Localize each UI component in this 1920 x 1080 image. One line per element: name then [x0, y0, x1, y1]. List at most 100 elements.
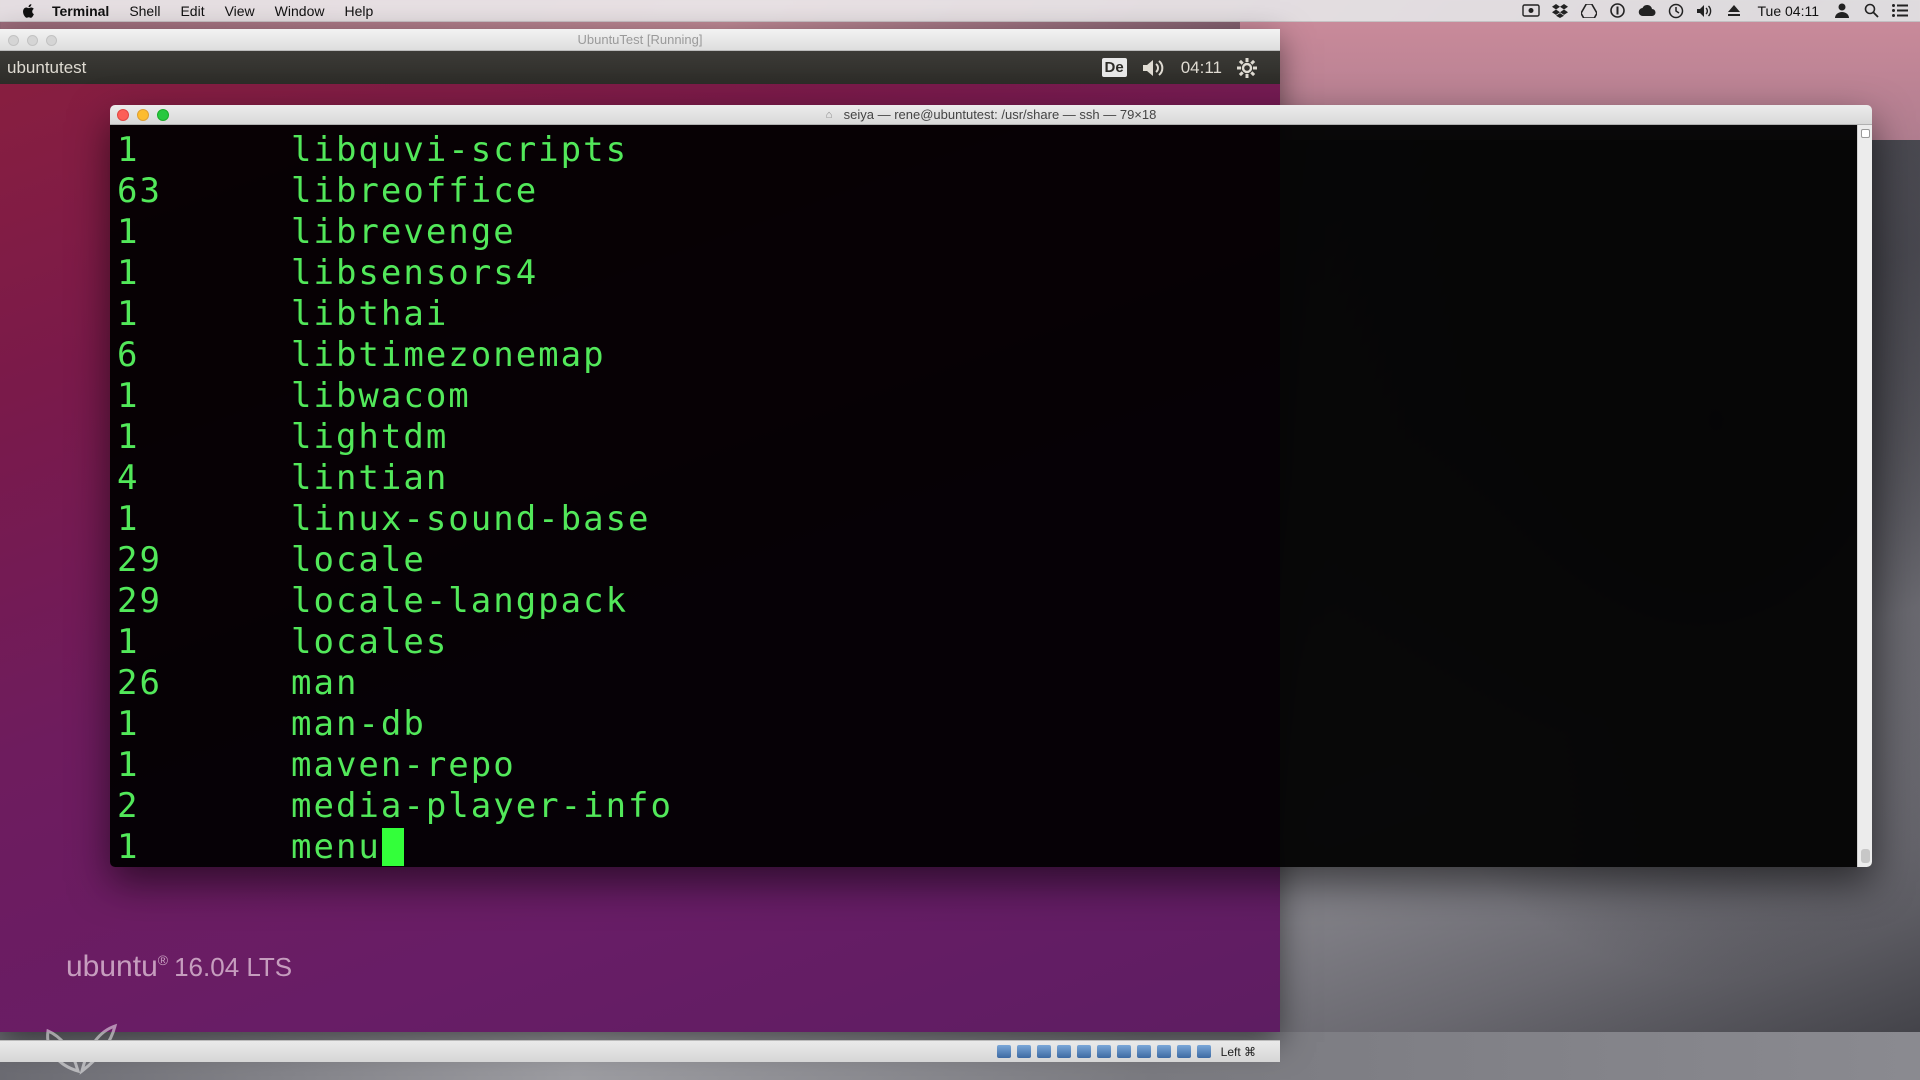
ubuntu-indicators: De 04:11 [1101, 57, 1272, 79]
terminal-line: 1 man-db [117, 703, 673, 744]
ubuntu-panel-title: ubuntutest [7, 57, 87, 77]
line-count: 4 [117, 457, 140, 498]
home-folder-icon: ⌂ [825, 109, 833, 121]
line-name: libsensors4 [291, 252, 539, 293]
notification-center-icon[interactable] [1891, 3, 1909, 19]
google-drive-icon[interactable] [1580, 3, 1598, 19]
user-icon[interactable] [1833, 3, 1851, 19]
line-name: libthai [291, 293, 449, 334]
display-icon[interactable] [1116, 1045, 1131, 1058]
hard-disk-icon[interactable] [996, 1045, 1011, 1058]
usb-icon[interactable] [1076, 1045, 1091, 1058]
vbox-zoom-button[interactable] [46, 35, 57, 46]
volume-icon[interactable] [1696, 3, 1714, 19]
network-icon[interactable] [1056, 1045, 1071, 1058]
onepassword-icon[interactable] [1609, 3, 1627, 19]
audio-icon[interactable] [1036, 1045, 1051, 1058]
line-name: maven-repo [291, 744, 516, 785]
sound-icon[interactable] [1141, 58, 1167, 78]
vbox-close-button[interactable] [8, 35, 19, 46]
ubuntu-logo-name: ubuntu [66, 950, 158, 983]
terminal-output: 1 libquvi-scripts 63 libreoffice 1 libreven… [117, 129, 673, 867]
terminal-line: 1 libthai [117, 293, 673, 334]
line-name: locales [291, 621, 449, 662]
terminal-window: ⌂ seiya — rene@ubuntutest: /usr/share — … [110, 105, 1872, 867]
mac-menubar: Terminal Shell Edit View Window Help Tue… [0, 0, 1920, 22]
terminal-window-controls [117, 109, 177, 121]
menu-app-terminal[interactable]: Terminal [52, 3, 109, 19]
virtualbox-titlebar[interactable]: UbuntuTest [Running] [0, 29, 1280, 51]
virtualbox-window-controls [8, 35, 65, 46]
line-name: linux-sound-base [291, 498, 651, 539]
terminal-zoom-button[interactable] [157, 109, 169, 121]
terminal-minimize-button[interactable] [137, 109, 149, 121]
shared-folders-icon[interactable] [1096, 1045, 1111, 1058]
terminal-line: 1 menu [117, 826, 673, 867]
line-count: 6 [117, 334, 140, 375]
line-name: librevenge [291, 211, 516, 252]
terminal-line: 4 lintian [117, 457, 673, 498]
line-count: 1 [117, 744, 140, 785]
menu-help[interactable]: Help [344, 3, 373, 19]
eject-icon[interactable] [1725, 3, 1743, 19]
line-count: 1 [117, 416, 140, 457]
line-name: locale-langpack [291, 580, 629, 621]
terminal-line: 29 locale [117, 539, 673, 580]
line-count: 29 [117, 539, 162, 580]
terminal-line: 29 locale-langpack [117, 580, 673, 621]
menu-edit[interactable]: Edit [180, 3, 204, 19]
line-count: 1 [117, 129, 140, 170]
video-capture-icon[interactable] [1136, 1045, 1151, 1058]
ubuntu-logo-version: 16.04 LTS [174, 952, 293, 982]
vbox-minimize-button[interactable] [27, 35, 38, 46]
line-name: libreoffice [291, 170, 539, 211]
time-machine-icon[interactable] [1667, 3, 1685, 19]
ubuntu-panel-clock[interactable]: 04:11 [1181, 58, 1222, 78]
line-name: menu [291, 826, 381, 867]
terminal-line: 6 libtimezonemap [117, 334, 673, 375]
scrollbar-thumb[interactable] [1861, 849, 1870, 863]
spotlight-search-icon[interactable] [1862, 3, 1880, 19]
line-name: media-player-info [291, 785, 673, 826]
ubuntu-top-panel: ubuntutest De 04:11 [0, 51, 1280, 84]
menu-window[interactable]: Window [275, 3, 325, 19]
host-key-label: Left ⌘ [1220, 1044, 1256, 1059]
virtualization-icon[interactable] [1156, 1045, 1171, 1058]
scrollbar-top-button[interactable] [1861, 129, 1870, 138]
menu-shell[interactable]: Shell [129, 3, 160, 19]
creative-cloud-icon[interactable] [1638, 3, 1656, 19]
terminal-shaded-region [1280, 125, 1872, 867]
terminal-line: 1 linux-sound-base [117, 498, 673, 539]
terminal-title: seiya — rene@ubuntutest: /usr/share — ss… [843, 107, 1157, 122]
terminal-close-button[interactable] [117, 109, 129, 121]
line-count: 29 [117, 580, 162, 621]
terminal-line: 1 maven-repo [117, 744, 673, 785]
line-count: 1 [117, 252, 140, 293]
terminal-line: 1 libsensors4 [117, 252, 673, 293]
terminal-content[interactable]: 1 libquvi-scripts 63 libreoffice 1 libreven… [110, 125, 1872, 867]
terminal-line: 1 libwacom [117, 375, 673, 416]
menu-view[interactable]: View [225, 3, 255, 19]
terminal-scrollbar[interactable] [1857, 125, 1872, 867]
line-count: 1 [117, 293, 140, 334]
mouse-integration-icon[interactable] [1176, 1045, 1191, 1058]
menubar-clock[interactable]: Tue 04:11 [1758, 3, 1820, 19]
screen-record-icon[interactable] [1521, 3, 1540, 19]
terminal-line: 1 librevenge [117, 211, 673, 252]
keyboard-capture-icon[interactable] [1196, 1045, 1211, 1058]
line-name: man-db [291, 703, 426, 744]
optical-drive-icon[interactable] [1016, 1045, 1031, 1058]
dropbox-icon[interactable] [1551, 3, 1569, 19]
keyboard-layout-indicator[interactable]: De [1101, 58, 1127, 77]
line-count: 1 [117, 621, 140, 662]
line-count: 63 [117, 170, 162, 211]
line-name: man [291, 662, 359, 703]
terminal-line: 1 locales [117, 621, 673, 662]
terminal-line: 1 libquvi-scripts [117, 129, 673, 170]
line-name: libwacom [291, 375, 471, 416]
terminal-titlebar[interactable]: ⌂ seiya — rene@ubuntutest: /usr/share — … [110, 105, 1872, 125]
terminal-line: 2 media-player-info [117, 785, 673, 826]
apple-menu-icon[interactable] [20, 2, 38, 20]
terminal-line: 26 man [117, 662, 673, 703]
system-settings-gear-icon[interactable] [1236, 57, 1258, 79]
